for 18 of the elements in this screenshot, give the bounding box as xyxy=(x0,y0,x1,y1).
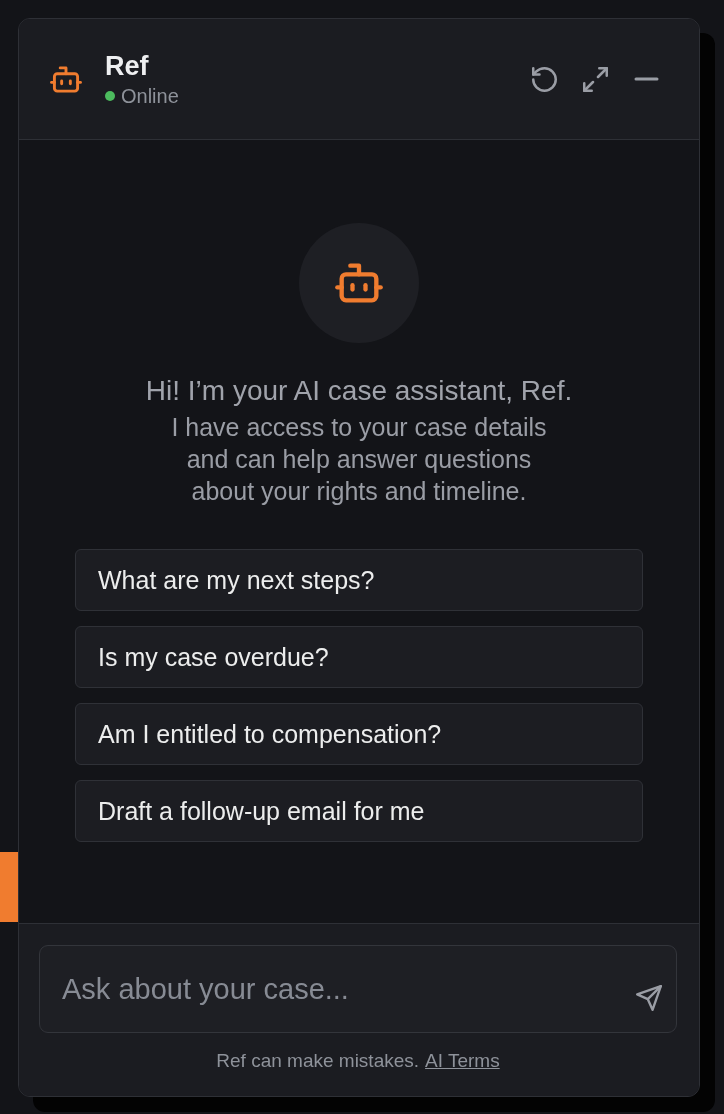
minimize-icon xyxy=(633,76,659,82)
send-button[interactable] xyxy=(633,982,665,1014)
suggestion-button[interactable]: Am I entitled to compensation? xyxy=(75,703,643,765)
suggestion-button[interactable]: Is my case overdue? xyxy=(75,626,643,688)
rotate-icon xyxy=(531,66,557,92)
suggestion-button[interactable]: What are my next steps? xyxy=(75,549,643,611)
status-label: Online xyxy=(121,84,179,108)
message-input[interactable]: Ask about your case... xyxy=(39,945,677,1033)
welcome-heading: Hi! I’m your AI case assistant, Ref. xyxy=(145,374,573,408)
expand-icon xyxy=(582,66,608,92)
terms-link[interactable]: AI Terms xyxy=(425,1049,500,1073)
disclaimer-text: Ref can make mistakes. xyxy=(216,1049,420,1073)
robot-icon xyxy=(50,64,82,94)
welcome-message: I have access to your case details and can help answer questions about your rights and timeline. xyxy=(170,412,548,507)
robot-avatar-icon xyxy=(299,223,419,343)
assistant-name: Ref xyxy=(105,50,150,82)
send-icon xyxy=(636,985,662,1011)
suggestion-button[interactable]: Draft a follow-up email for me xyxy=(75,780,643,842)
